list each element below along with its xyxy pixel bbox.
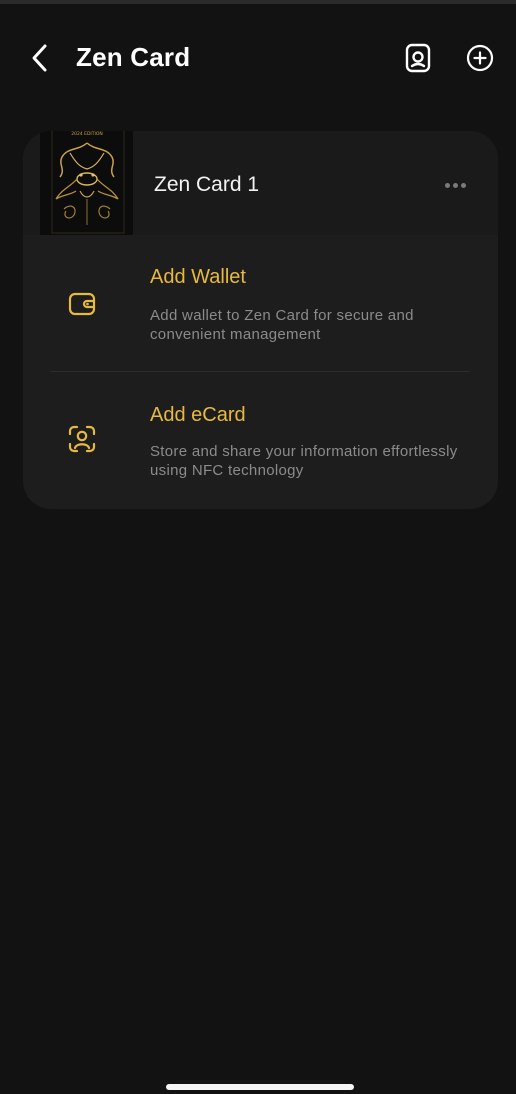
status-bar-edge (0, 0, 516, 4)
plus-circle-icon (466, 44, 494, 72)
more-horizontal-icon (444, 182, 450, 188)
card-name: Zen Card 1 (154, 173, 260, 196)
card-scan-button[interactable] (400, 40, 436, 76)
thumbnail-caption: 2024 EDITION (71, 131, 103, 137)
add-ecard-title: Add eCard (150, 404, 246, 426)
home-indicator[interactable] (166, 1084, 354, 1090)
more-options-button[interactable] (437, 171, 473, 199)
add-card-button[interactable] (462, 40, 498, 76)
add-ecard-description: Store and share your information effortl… (150, 443, 458, 479)
back-button[interactable] (22, 40, 58, 76)
add-wallet-title: Add Wallet (150, 266, 246, 288)
chevron-left-icon (32, 44, 47, 72)
wallet-icon (65, 287, 99, 321)
card-thumbnail: 2024 EDITION (40, 131, 133, 235)
page-title: Zen Card (76, 42, 191, 72)
id-scan-icon (65, 422, 99, 456)
add-ecard-row[interactable]: Add eCard Store and share your informati… (23, 372, 498, 506)
zen-card-panel: 2024 EDITION Zen Card 1 Add Wallet Add w… (23, 131, 498, 509)
add-wallet-description: Add wallet to Zen Card for secure and co… (150, 307, 414, 343)
app-header: Zen Card (0, 30, 516, 86)
card-header[interactable]: 2024 EDITION Zen Card 1 (23, 131, 498, 235)
dragon-artwork-icon: 2024 EDITION (40, 131, 133, 235)
add-wallet-row[interactable]: Add Wallet Add wallet to Zen Card for se… (23, 235, 498, 369)
card-scan-icon (405, 43, 431, 73)
